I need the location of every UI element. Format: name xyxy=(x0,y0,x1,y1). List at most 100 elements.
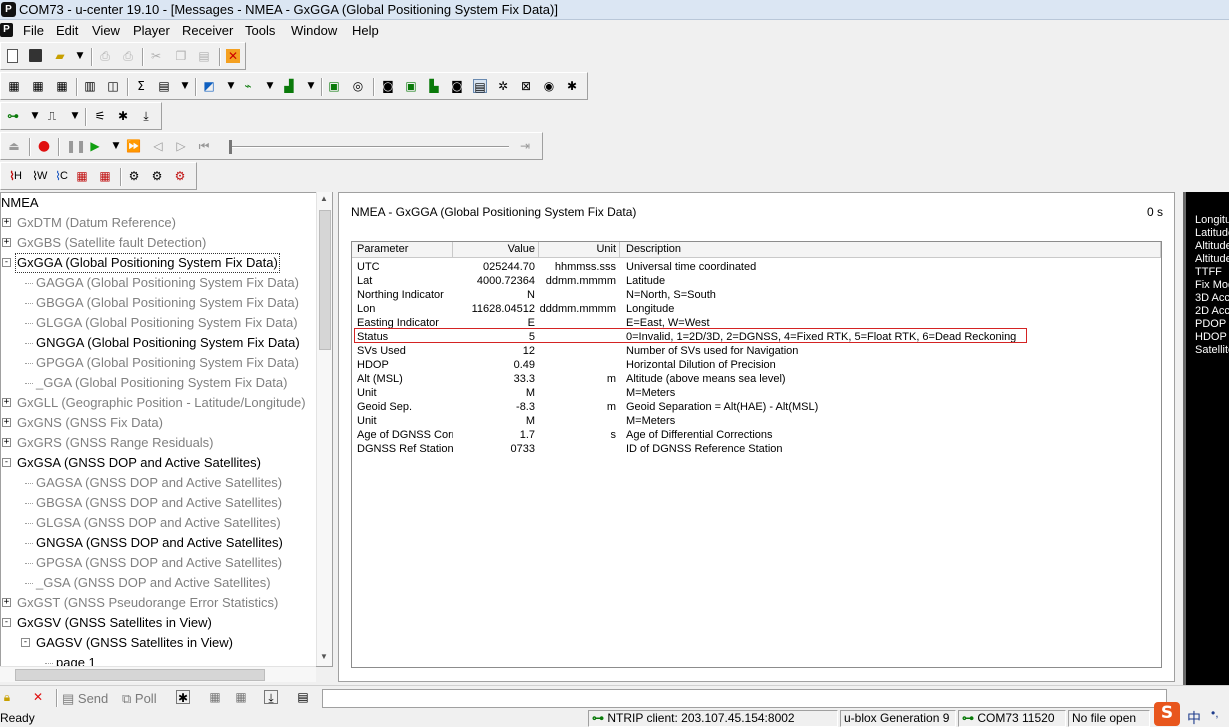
table-icon[interactable]: ◙ xyxy=(450,79,464,93)
command-input[interactable] xyxy=(322,689,1167,708)
tree-vertical-scrollbar[interactable]: ▲ ▼ xyxy=(316,192,332,666)
signal-icon[interactable]: ▙ xyxy=(427,79,441,93)
table-row[interactable]: Alt (MSL) 33.3 m Altitude (above means sea … xyxy=(352,372,1161,386)
ntrip-status[interactable]: ⊶ NTRIP client: 203.107.45.154:8002 xyxy=(588,710,838,727)
tool-icon[interactable]: ✱ xyxy=(176,690,190,705)
table-row[interactable]: Lon 11628.04512 dddmm.mmmm Longitude xyxy=(352,302,1161,316)
satellite-icon[interactable]: ✱ xyxy=(565,79,579,93)
lock-icon[interactable]: 🔒︎ xyxy=(0,690,14,704)
reset-icon[interactable]: ⚙ xyxy=(173,169,187,183)
debug-icon[interactable]: ✱ xyxy=(116,109,130,123)
tree-item[interactable]: GBGSA (GNSS DOP and Active Satellites) xyxy=(36,493,282,513)
tree-item[interactable]: GAGSA (GNSS DOP and Active Satellites) xyxy=(36,473,282,493)
tree-item[interactable]: GNGSA (GNSS DOP and Active Satellites) xyxy=(36,533,283,553)
clock-icon[interactable]: ⊠ xyxy=(519,79,533,93)
connection-icon[interactable]: ⊶ xyxy=(6,109,20,123)
tree-item[interactable]: _GGA (Global Positioning System Fix Data… xyxy=(36,373,287,393)
tree-item[interactable]: page 1 xyxy=(56,653,96,666)
remove-message-icon[interactable]: ▦ xyxy=(98,169,112,183)
eject-icon[interactable]: ⏏ xyxy=(7,139,21,153)
print-preview-icon[interactable]: ⎙ xyxy=(121,49,135,63)
chart-view-icon[interactable]: ◩ xyxy=(202,79,216,93)
tree-item[interactable]: GxGSV (GNSS Satellites in View) xyxy=(17,613,212,633)
scroll-up-icon[interactable]: ▲ xyxy=(320,194,328,203)
print-icon[interactable]: ⎙ xyxy=(98,49,112,63)
settings-icon[interactable]: ⚙ xyxy=(127,169,141,183)
baudrate-icon[interactable]: ⎍ xyxy=(45,109,59,123)
navigation-icon[interactable]: ▤ xyxy=(473,79,487,94)
histogram-icon[interactable]: ⌁ xyxy=(241,79,255,93)
tree-root[interactable]: NMEA xyxy=(1,193,39,213)
add-message-icon[interactable]: ▦ xyxy=(75,169,89,183)
satellite-icon[interactable]: ▣ xyxy=(404,79,418,93)
menu-edit[interactable]: Edit xyxy=(56,23,78,38)
table-row[interactable]: DGNSS Ref Station 0733 ID of DGNSS Referen… xyxy=(352,442,1161,456)
tree-item[interactable]: GxGBS (Satellite fault Detection) xyxy=(17,233,206,253)
record-icon[interactable]: ● xyxy=(37,139,51,153)
menu-tools[interactable]: Tools xyxy=(245,23,275,38)
paste-icon[interactable]: ▤ xyxy=(197,49,211,63)
table-view-icon[interactable]: ▥ xyxy=(83,79,97,93)
packet-console-icon[interactable]: ▦ xyxy=(55,79,69,93)
camera-icon[interactable]: ▤ xyxy=(296,690,310,704)
tree-expander-icon[interactable]: + xyxy=(2,238,11,247)
sum-icon[interactable]: Σ xyxy=(134,79,148,93)
dropdown-arrow-icon[interactable]: ▼ xyxy=(178,79,192,93)
database-icon[interactable]: ▦ xyxy=(7,79,21,93)
slider-end-icon[interactable]: ⇥ xyxy=(518,139,532,153)
dropdown-arrow-icon[interactable]: ▼ xyxy=(68,109,82,123)
tree-item[interactable]: GxGLL (Geographic Position - Latitude/Lo… xyxy=(17,393,306,413)
tree-expander-icon[interactable]: - xyxy=(2,258,11,267)
tree-expander-icon[interactable]: + xyxy=(2,398,11,407)
text-console-icon[interactable]: ▦ xyxy=(31,79,45,93)
world-map-icon[interactable]: ◎ xyxy=(351,79,365,93)
port-status[interactable]: ⊶ COM73 11520 xyxy=(958,710,1066,727)
pause-icon[interactable]: ❚❚ xyxy=(66,139,86,153)
deviation-map-icon[interactable]: ▟ xyxy=(282,79,296,93)
tree-item[interactable]: GxGSA (GNSS DOP and Active Satellites) xyxy=(17,453,261,473)
dropdown-arrow-icon[interactable]: ▼ xyxy=(263,79,277,93)
tree-item[interactable]: GxGRS (GNSS Range Residuals) xyxy=(17,433,214,453)
tree-item[interactable]: GNGGA (Global Positioning System Fix Dat… xyxy=(36,333,300,353)
tree-item[interactable]: GAGGA (Global Positioning System Fix Dat… xyxy=(36,273,299,293)
sky-view-icon[interactable]: ▣ xyxy=(327,79,341,93)
menu-file[interactable]: File xyxy=(23,23,44,38)
tree-item[interactable]: GPGGA (Global Positioning System Fix Dat… xyxy=(36,353,299,373)
table-row[interactable]: UTC 025244.70 hhmmss.sss Universal time coo… xyxy=(352,260,1161,274)
send-button[interactable]: ▤ Send xyxy=(62,690,108,708)
gps-icon[interactable]: ◉ xyxy=(542,79,556,93)
tree-expander-icon[interactable]: + xyxy=(2,218,11,227)
open-icon[interactable]: ▰ xyxy=(53,49,67,63)
compass-icon[interactable]: ✲ xyxy=(496,79,510,93)
step-back-icon[interactable]: ◁ xyxy=(151,139,165,153)
tree-expander-icon[interactable]: + xyxy=(2,438,11,447)
delete-icon[interactable]: ✕ xyxy=(31,690,45,704)
tree-item[interactable]: GLGSA (GNSS DOP and Active Satellites) xyxy=(36,513,281,533)
tree-scrollbar-thumb[interactable] xyxy=(319,210,331,350)
column-header-description[interactable]: Description xyxy=(620,242,1161,258)
table-row[interactable]: Unit M M=Meters xyxy=(352,386,1161,400)
tree-item[interactable]: GxGST (GNSS Pseudorange Error Statistics… xyxy=(17,593,278,613)
template-icon[interactable]: ▦ xyxy=(208,690,222,704)
playback-slider-thumb[interactable] xyxy=(229,140,232,154)
tree-horizontal-scrollbar[interactable] xyxy=(0,666,316,682)
tree-item[interactable]: GxDTM (Datum Reference) xyxy=(17,213,176,233)
scroll-down-icon[interactable]: ▼ xyxy=(320,652,328,661)
close-icon[interactable]: ✕ xyxy=(226,49,240,63)
copy-icon[interactable]: ❐ xyxy=(174,49,188,63)
table-row[interactable]: HDOP 0.49 Horizontal Dilution of Precision xyxy=(352,358,1161,372)
menu-help[interactable]: Help xyxy=(352,23,379,38)
tree-item[interactable]: GBGGA (Global Positioning System Fix Dat… xyxy=(36,293,299,313)
cut-icon[interactable]: ✂ xyxy=(149,49,163,63)
dropdown-arrow-icon[interactable]: ▼ xyxy=(28,109,42,123)
dropdown-arrow-icon[interactable]: ▼ xyxy=(109,139,123,153)
tree-item[interactable]: GAGSV (GNSS Satellites in View) xyxy=(36,633,233,653)
system-menu-icon[interactable]: P xyxy=(0,23,13,37)
table-row[interactable]: Lat 4000.72364 ddmm.mmmm Latitude xyxy=(352,274,1161,288)
table-row[interactable]: Geoid Sep. -8.3 m Geoid Separation = Alt(HA… xyxy=(352,400,1161,414)
grid-icon[interactable]: ▤ xyxy=(157,79,171,93)
table-row[interactable]: Unit M M=Meters xyxy=(352,414,1161,428)
tree-item[interactable]: GPGSA (GNSS DOP and Active Satellites) xyxy=(36,553,282,573)
menu-player[interactable]: Player xyxy=(133,23,170,38)
dropdown-arrow-icon[interactable]: ▼ xyxy=(73,49,87,63)
